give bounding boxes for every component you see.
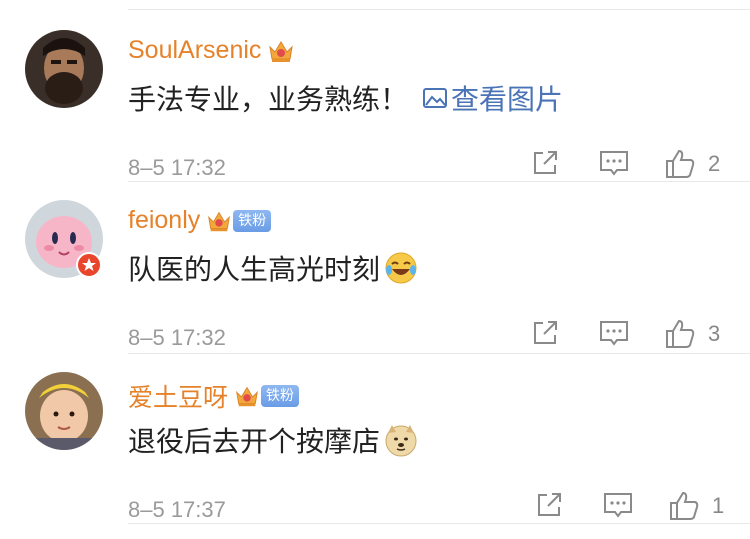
verified-badge-icon [76,252,102,278]
avatar[interactable] [25,372,103,450]
share-button[interactable] [530,148,560,178]
comment-item: 爱土豆呀 铁粉 退役后去开个按摩店 8–5 17:37 1 [0,372,750,539]
comment-body: 手法专业，业务熟练！ [128,83,409,116]
fan-badge: 铁粉 [233,209,272,232]
like-button[interactable]: 1 [668,490,724,522]
view-image-link[interactable]: 查看图片 [422,78,563,118]
share-icon [534,151,557,174]
username-text[interactable]: SoulArsenic [128,36,261,65]
username-text[interactable]: 爱土豆呀 [128,378,228,414]
comment-item: feionly 铁粉 队医的人生高光时刻 8–5 17:32 3 [0,200,750,370]
comment-body: 退役后去开个按摩店 [128,425,381,458]
divider [128,523,750,524]
username[interactable]: SoulArsenic [128,36,295,65]
avatar[interactable] [25,30,103,108]
vip-crown-icon [234,383,260,409]
comment-text: 队医的人生高光时刻 [128,248,418,288]
fan-badge: 铁粉 [261,385,300,407]
divider [128,9,750,10]
username[interactable]: 爱土豆呀 铁粉 [128,378,300,414]
comment-icon [600,321,628,346]
comment-text: 退役后去开个按摩店 [128,420,418,460]
reply-button[interactable] [598,318,630,348]
timestamp: 8–5 17:32 [128,325,226,350]
comment-icon [604,493,632,518]
vip-crown-icon [267,38,295,64]
username-text[interactable]: feionly [128,206,200,235]
laugh-cry-emoji-icon [384,251,418,285]
divider [128,353,750,354]
divider [128,181,750,182]
comment-text: 手法专业，业务熟练！ 查看图片 [128,78,563,118]
share-button[interactable] [534,490,564,520]
username[interactable]: feionly 铁粉 [128,206,272,235]
like-count: 2 [708,151,721,176]
like-button[interactable]: 3 [664,318,720,350]
share-icon [538,493,561,516]
comment-icon [600,151,628,176]
like-count: 1 [712,493,725,518]
thumbs-up-icon [666,319,695,348]
reply-button[interactable] [598,148,630,178]
comment-body: 队医的人生高光时刻 [128,253,381,286]
like-button[interactable]: 2 [664,148,720,180]
vip-crown-icon [206,208,232,234]
share-icon [534,321,557,344]
image-icon [423,88,448,108]
like-count: 3 [708,321,721,346]
timestamp: 8–5 17:32 [128,155,226,180]
doge-emoji-icon [384,423,418,457]
comment-item: SoulArsenic 手法专业，业务熟练！ 查看图片 8–5 17:32 2 [0,30,750,200]
timestamp: 8–5 17:37 [128,497,226,522]
reply-button[interactable] [602,490,634,520]
view-image-label[interactable]: 查看图片 [451,78,563,118]
thumbs-up-icon [670,491,699,520]
thumbs-up-icon [666,149,695,178]
share-button[interactable] [530,318,560,348]
